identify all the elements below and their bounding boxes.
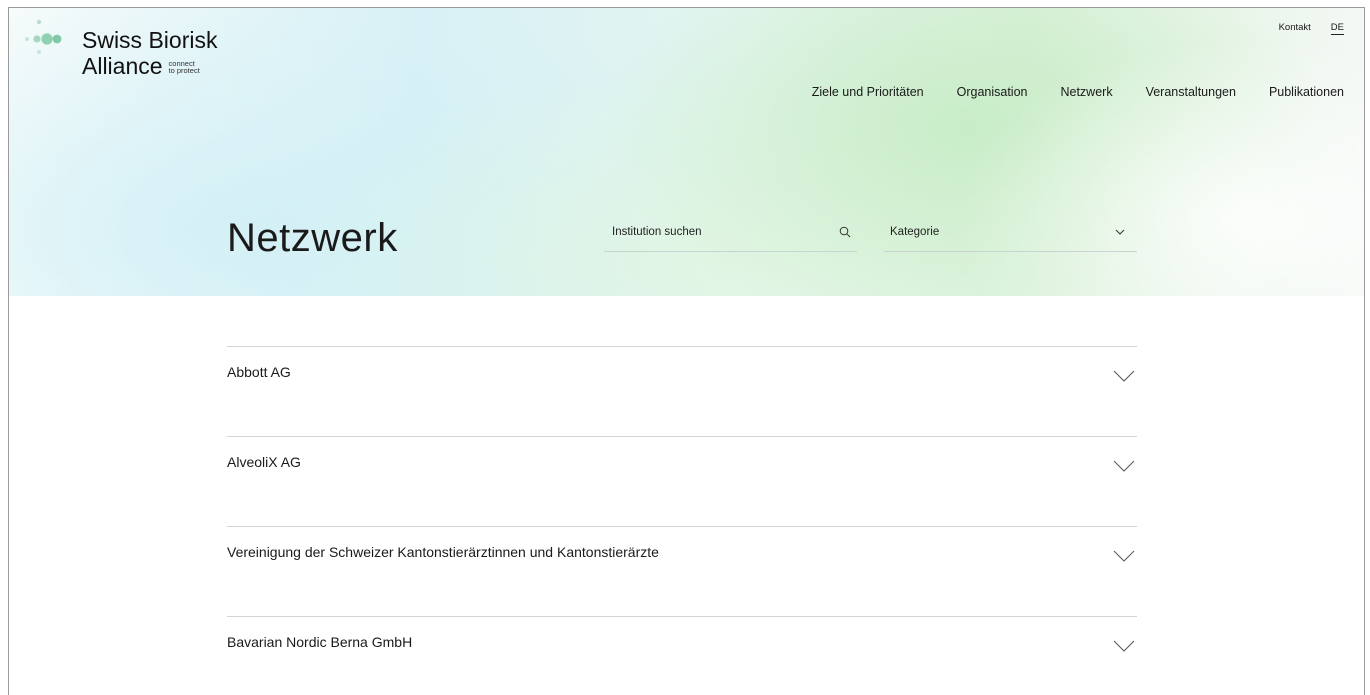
page-title: Netzwerk — [227, 216, 398, 260]
chevron-down-icon[interactable] — [1113, 550, 1135, 562]
search-icon[interactable] — [839, 226, 851, 238]
institution-accordion-list: Abbott AG AlveoliX AG Vereinigung der Sc… — [227, 346, 1137, 695]
page-header-hero: Swiss Biorisk Alliance connect to protec… — [9, 8, 1364, 296]
logo-dots-icon — [25, 19, 62, 54]
language-switcher[interactable]: DE — [1330, 22, 1344, 35]
main-nav: Ziele und Prioritäten Organisation Netzw… — [812, 85, 1344, 99]
chevron-down-icon[interactable] — [1113, 370, 1135, 382]
institution-search-input[interactable]: Institution suchen — [604, 221, 857, 252]
chevron-down-icon — [1115, 229, 1125, 235]
nav-item-publikationen[interactable]: Publikationen — [1269, 85, 1344, 99]
accordion-item[interactable]: Vereinigung der Schweizer Kantonstierärz… — [227, 526, 1137, 616]
chevron-down-icon[interactable] — [1113, 460, 1135, 472]
brand-tagline: connect to protect — [168, 60, 200, 75]
accordion-item[interactable]: AlveoliX AG — [227, 436, 1137, 526]
brand-wordmark: Swiss Biorisk Alliance connect to protec… — [82, 27, 217, 79]
institution-name: Abbott AG — [227, 364, 291, 380]
contact-link[interactable]: Kontakt — [1279, 22, 1311, 35]
accordion-item[interactable]: Abbott AG — [227, 346, 1137, 436]
nav-item-veranstaltungen[interactable]: Veranstaltungen — [1146, 85, 1236, 99]
utility-nav: Kontakt DE — [1279, 22, 1344, 35]
nav-item-netzwerk[interactable]: Netzwerk — [1060, 85, 1112, 99]
search-placeholder: Institution suchen — [612, 226, 702, 238]
brand-name-line1: Swiss Biorisk — [82, 27, 218, 53]
brand-name-line2: Alliance — [82, 53, 163, 79]
tagline-line2: to protect — [168, 66, 200, 75]
browser-viewport: Swiss Biorisk Alliance connect to protec… — [8, 7, 1365, 695]
chevron-down-icon[interactable] — [1113, 640, 1135, 652]
institution-name: Bavarian Nordic Berna GmbH — [227, 634, 413, 650]
category-selected-value: Kategorie — [890, 226, 940, 238]
accordion-item[interactable]: Bavarian Nordic Berna GmbH — [227, 616, 1137, 695]
institution-name: AlveoliX AG — [227, 454, 301, 470]
nav-item-ziele[interactable]: Ziele und Prioritäten — [812, 85, 924, 99]
category-select[interactable]: Kategorie — [884, 221, 1137, 252]
institution-name: Vereinigung der Schweizer Kantonstierärz… — [227, 544, 659, 560]
nav-item-organisation[interactable]: Organisation — [957, 85, 1028, 99]
